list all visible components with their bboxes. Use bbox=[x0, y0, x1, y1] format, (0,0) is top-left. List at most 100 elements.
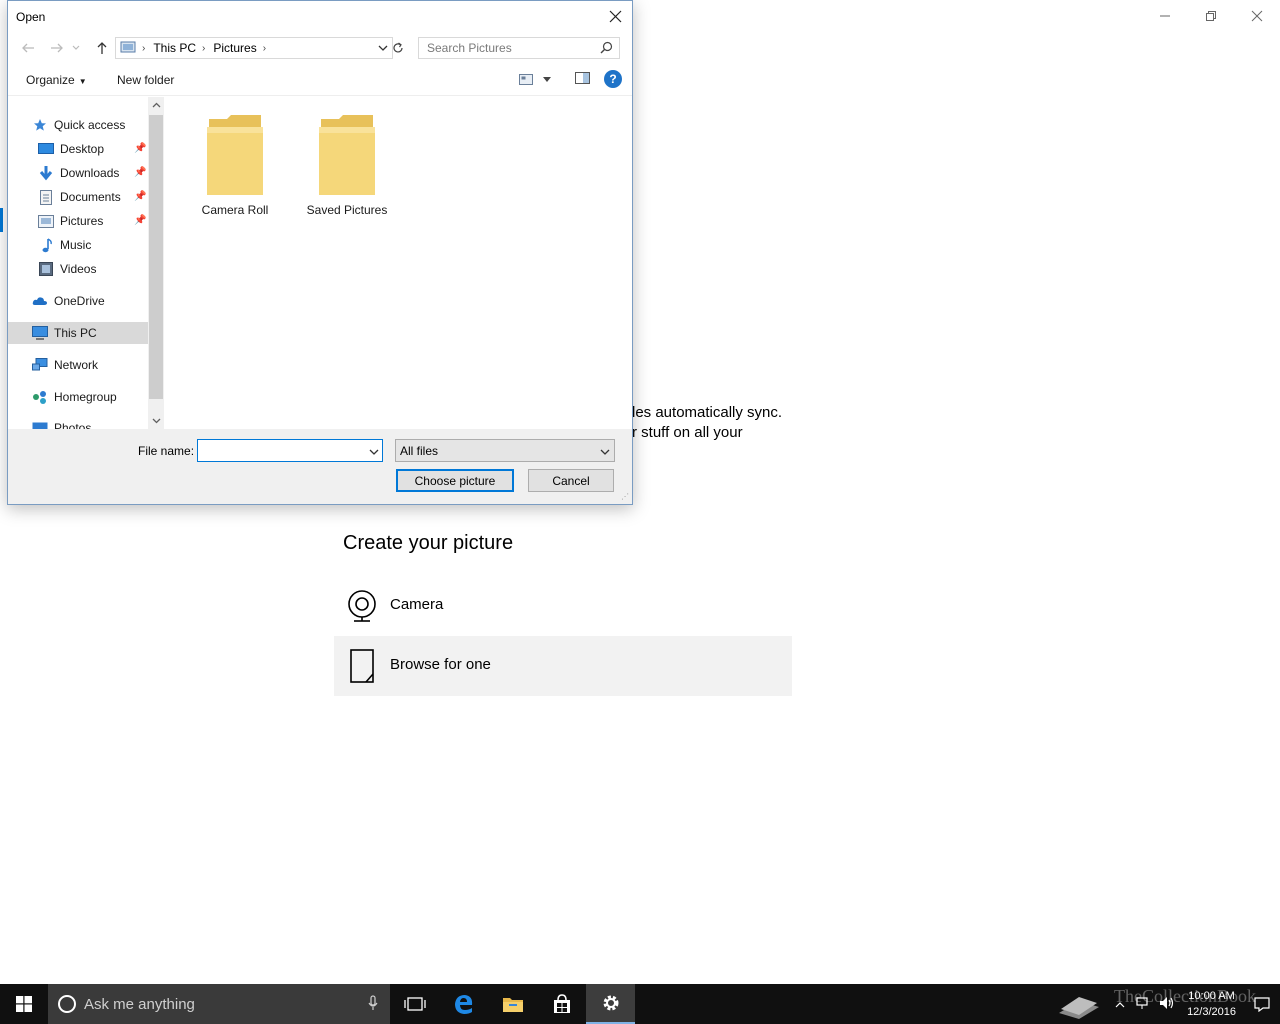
search-icon bbox=[600, 41, 613, 57]
folder-item[interactable]: Saved Pictures bbox=[297, 113, 397, 217]
close-window-button[interactable] bbox=[1234, 0, 1280, 32]
book-logo-icon bbox=[1055, 985, 1103, 1024]
scroll-thumb[interactable] bbox=[149, 115, 163, 399]
navigation-pane: Quick access Desktop 📌 Downloads 📌 Docum… bbox=[8, 97, 148, 429]
task-view-icon bbox=[403, 997, 426, 1011]
new-folder-button[interactable]: New folder bbox=[117, 73, 174, 87]
camera-option[interactable]: Camera bbox=[334, 576, 792, 636]
minimize-icon bbox=[1160, 15, 1170, 17]
resize-grip-icon[interactable]: ⋰ bbox=[621, 492, 629, 501]
start-button[interactable] bbox=[0, 984, 48, 1024]
change-view-button[interactable] bbox=[519, 73, 551, 85]
file-name-label: File name: bbox=[138, 444, 195, 458]
file-explorer-button[interactable] bbox=[488, 984, 537, 1024]
system-tray: TheCollectionBook 10:00 AM 12/3/2016 bbox=[1055, 984, 1280, 1024]
network-icon bbox=[32, 357, 48, 373]
dialog-close-button[interactable] bbox=[604, 5, 626, 27]
browse-option[interactable]: Browse for one bbox=[334, 636, 792, 696]
choose-picture-button[interactable]: Choose picture bbox=[396, 469, 514, 492]
edge-button[interactable] bbox=[439, 984, 488, 1024]
arrow-left-icon bbox=[22, 43, 34, 53]
dialog-title: Open bbox=[16, 9, 46, 24]
nav-item-homegroup[interactable]: Homegroup bbox=[32, 386, 117, 408]
pin-icon: 📌 bbox=[134, 191, 147, 202]
cortana-icon bbox=[58, 995, 76, 1013]
taskbar-search-input[interactable]: Ask me anything bbox=[84, 996, 195, 1013]
close-icon bbox=[1251, 10, 1263, 22]
scroll-up-button[interactable] bbox=[148, 97, 164, 113]
scroll-down-button[interactable] bbox=[148, 413, 164, 429]
nav-item-desktop[interactable]: Desktop bbox=[38, 138, 104, 160]
arrow-right-icon bbox=[51, 43, 63, 53]
open-file-dialog: Open › This PC › Pictures › Search Pictu… bbox=[7, 0, 633, 505]
camera-label: Camera bbox=[390, 596, 444, 613]
file-list: Camera Roll Saved Pictures bbox=[164, 97, 632, 429]
up-button[interactable] bbox=[88, 34, 116, 62]
close-icon bbox=[609, 10, 621, 22]
computer-icon bbox=[32, 325, 48, 341]
cortana-search-box[interactable]: Ask me anything bbox=[48, 984, 390, 1024]
recent-locations-button[interactable] bbox=[68, 34, 84, 62]
back-button[interactable] bbox=[14, 34, 42, 62]
address-bar[interactable]: › This PC › Pictures › bbox=[115, 37, 393, 59]
this-pc-icon bbox=[120, 41, 136, 56]
task-view-button[interactable] bbox=[390, 984, 439, 1024]
address-row: › This PC › Pictures › Search Pictures bbox=[8, 32, 632, 64]
file-type-select[interactable]: All files bbox=[395, 439, 615, 462]
preview-pane-button[interactable] bbox=[575, 71, 590, 87]
breadcrumb-pictures[interactable]: Pictures bbox=[213, 41, 256, 55]
create-picture-heading: Create your picture bbox=[343, 532, 514, 554]
organize-button[interactable]: Organize ▼ bbox=[26, 73, 87, 87]
star-icon bbox=[32, 117, 48, 133]
nav-item-photos[interactable]: Photos bbox=[32, 417, 91, 429]
refresh-button[interactable] bbox=[389, 37, 407, 59]
nav-label: Network bbox=[54, 358, 99, 372]
cancel-button[interactable]: Cancel bbox=[528, 469, 614, 492]
folder-label: Camera Roll bbox=[201, 203, 269, 217]
restore-button[interactable] bbox=[1188, 0, 1234, 32]
microphone-icon[interactable] bbox=[368, 995, 378, 1015]
breadcrumb-this-pc[interactable]: This PC bbox=[153, 41, 196, 55]
nav-item-this-pc[interactable]: This PC bbox=[8, 322, 148, 344]
gear-icon bbox=[603, 995, 618, 1011]
nav-item-videos[interactable]: Videos bbox=[38, 258, 96, 280]
chevron-down-icon bbox=[600, 445, 610, 459]
caret-down-icon bbox=[543, 76, 551, 82]
folder-item[interactable]: Camera Roll bbox=[185, 113, 285, 217]
nav-scrollbar[interactable] bbox=[148, 97, 164, 429]
cloud-icon bbox=[32, 293, 48, 309]
film-icon bbox=[38, 261, 54, 277]
help-button[interactable]: ? bbox=[604, 70, 622, 88]
address-dropdown-button[interactable] bbox=[378, 41, 388, 55]
watermark-text: TheCollectionBook bbox=[1114, 986, 1256, 1006]
minimize-button[interactable] bbox=[1142, 0, 1188, 32]
search-input[interactable]: Search Pictures bbox=[427, 41, 512, 55]
view-controls: ? bbox=[519, 70, 622, 88]
nav-label: Music bbox=[60, 238, 92, 252]
pin-icon: 📌 bbox=[134, 167, 147, 178]
nav-item-music[interactable]: Music bbox=[38, 234, 91, 256]
chevron-up-icon bbox=[152, 102, 160, 108]
forward-button[interactable] bbox=[43, 34, 71, 62]
music-icon bbox=[38, 237, 54, 253]
notification-icon bbox=[1254, 996, 1270, 1012]
command-toolbar: Organize ▼ New folder ? bbox=[8, 64, 632, 96]
organize-label: Organize bbox=[26, 73, 75, 87]
search-box[interactable]: Search Pictures bbox=[418, 37, 620, 59]
nav-item-documents[interactable]: Documents bbox=[38, 186, 121, 208]
nav-item-onedrive[interactable]: OneDrive bbox=[32, 290, 105, 312]
nav-item-pictures[interactable]: Pictures bbox=[38, 210, 103, 232]
dialog-footer: File name: All files Choose picture Canc… bbox=[8, 429, 632, 504]
file-type-value: All files bbox=[400, 444, 439, 458]
nav-label: Quick access bbox=[54, 118, 126, 132]
nav-item-network[interactable]: Network bbox=[32, 354, 98, 376]
sync-description-line-2: r stuff on all your bbox=[632, 424, 743, 441]
pictures-icon bbox=[38, 213, 54, 229]
file-name-input[interactable] bbox=[197, 439, 383, 462]
file-name-dropdown-button[interactable] bbox=[369, 445, 379, 459]
file-icon bbox=[334, 636, 390, 696]
settings-button[interactable] bbox=[586, 984, 635, 1024]
store-button[interactable] bbox=[537, 984, 586, 1024]
nav-item-downloads[interactable]: Downloads bbox=[38, 162, 119, 184]
nav-item-quick-access[interactable]: Quick access bbox=[32, 114, 125, 136]
